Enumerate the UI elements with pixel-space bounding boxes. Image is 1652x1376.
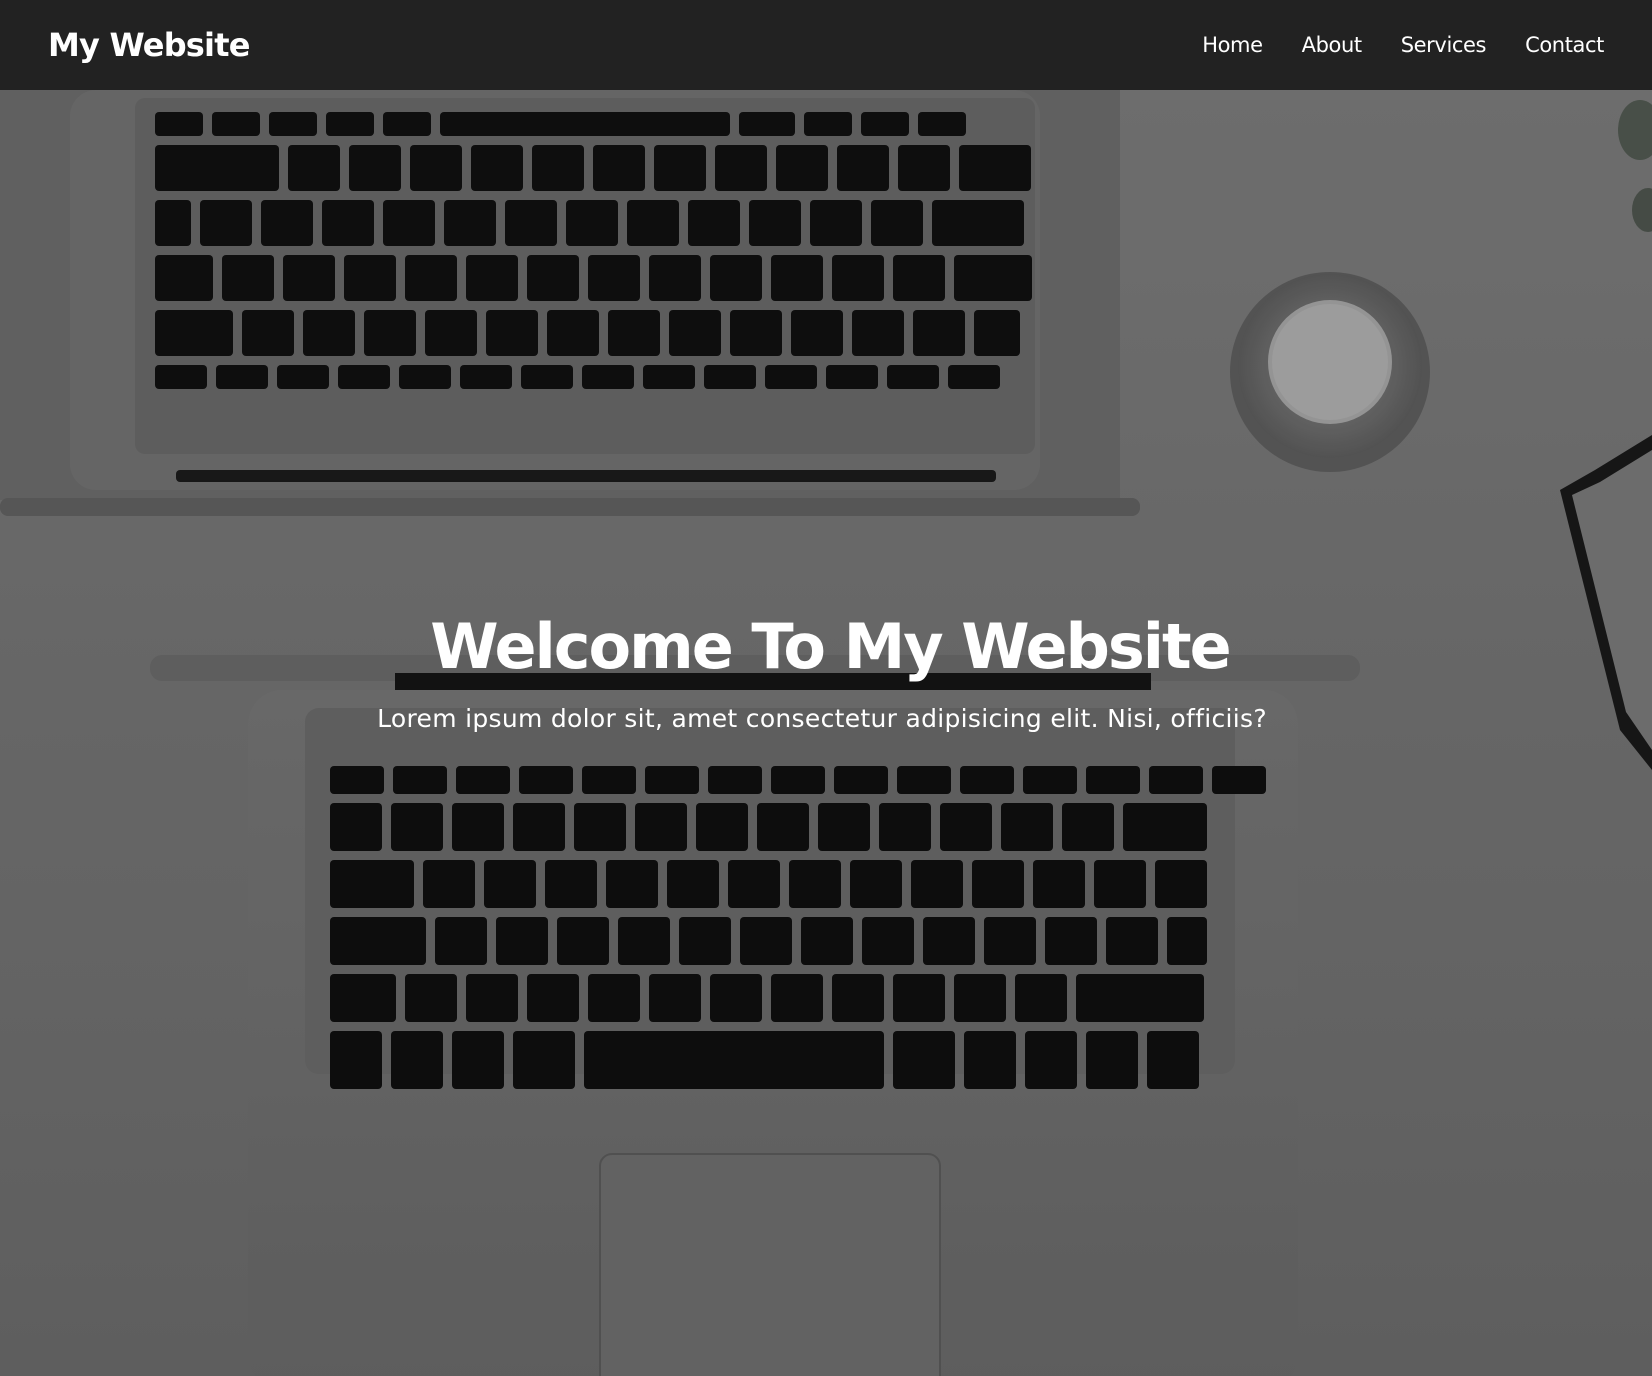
site-brand[interactable]: My Website <box>48 26 250 64</box>
nav-link-services[interactable]: Services <box>1401 33 1487 57</box>
nav-link-home[interactable]: Home <box>1202 33 1263 57</box>
nav-link-contact[interactable]: Contact <box>1525 33 1604 57</box>
hero-content: Welcome To My Website Lorem ipsum dolor … <box>0 610 1652 733</box>
hero-title: Welcome To My Website <box>430 610 1231 683</box>
nav-item-contact: Contact <box>1525 33 1604 57</box>
hero-section: Welcome To My Website Lorem ipsum dolor … <box>0 90 1652 1376</box>
nav-item-services: Services <box>1401 33 1487 57</box>
nav-links: Home About Services Contact <box>1163 33 1604 57</box>
nav-link-about[interactable]: About <box>1302 33 1362 57</box>
hero-subtitle: Lorem ipsum dolor sit, amet consectetur … <box>377 704 1267 734</box>
nav-item-about: About <box>1302 33 1362 57</box>
nav-item-home: Home <box>1202 33 1263 57</box>
navbar: My Website Home About Services Contact <box>0 0 1652 90</box>
